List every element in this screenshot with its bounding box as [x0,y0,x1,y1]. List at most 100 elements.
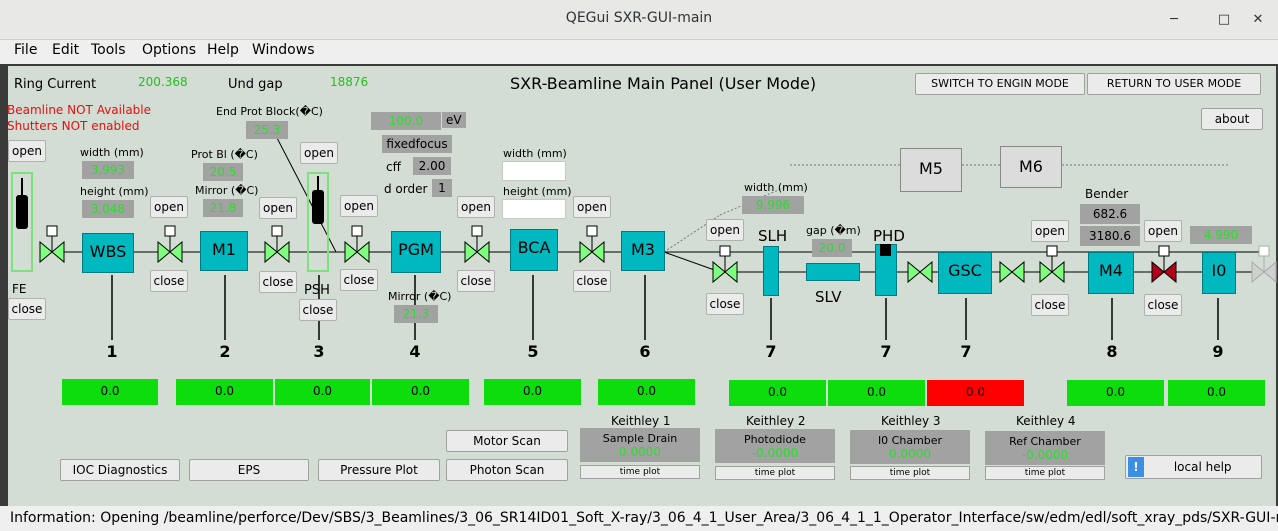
element-m6[interactable]: M6 [1000,146,1062,188]
motor-scan-button[interactable]: Motor Scan [446,430,568,452]
beamline-warning: Beamline NOT Available [7,103,152,117]
keithley-3-title: Keithley 3 [881,414,941,428]
valve1-close-button[interactable]: close [150,270,188,292]
wbs-height-label: height (mm) [80,185,149,198]
fe-open-button[interactable]: open [8,140,46,162]
fe-label: FE [12,282,27,296]
element-i0[interactable]: I0 [1202,252,1236,294]
section-number: 3 [313,342,325,361]
valve6-close-button[interactable]: close [706,293,744,315]
keithley-2-title: Keithley 2 [746,414,806,428]
element-m5[interactable]: M5 [900,148,962,192]
valve1-open-button[interactable]: open [150,196,188,218]
psh-open-button[interactable]: open [300,142,338,164]
local-help-button[interactable]: ! local help [1125,455,1262,479]
valve8-open-button[interactable]: open [1144,220,1182,242]
keithley-1-time-plot-button[interactable]: time plot [580,465,700,479]
ring-current-value: 200.368 [138,75,188,89]
return-user-mode-button[interactable]: RETURN TO USER MODE [1087,73,1261,95]
info-icon: ! [1128,457,1144,477]
keithley-4-panel: Ref Chamber -0.0000 [985,431,1105,465]
valve3-close-button[interactable]: close [340,269,378,291]
keithley-4-value: -0.0000 [1021,448,1069,462]
pressure-bar-1: 0.0 [62,379,158,405]
about-button[interactable]: about [1201,108,1263,130]
element-m4[interactable]: M4 [1088,252,1134,294]
element-m3[interactable]: M3 [621,231,665,271]
section-number: 1 [106,342,118,361]
cff-value[interactable]: 2.00 [413,157,451,175]
bca-width-field[interactable] [502,161,566,181]
element-slh[interactable] [763,246,779,296]
element-gsc[interactable]: GSC [938,252,992,294]
energy-value[interactable]: 100.0 [371,112,441,130]
pressure-bar-7c: 0.0 [927,380,1024,406]
d-order-label: d order [384,182,428,196]
section-number: 7 [765,342,777,361]
keithley-4-time-plot-button[interactable]: time plot [985,466,1105,480]
keithley-3-time-plot-button[interactable]: time plot [850,466,970,480]
valve7-close-button[interactable]: close [1031,294,1069,316]
slh-width-label: width (mm) [744,181,808,194]
valve6-open-button[interactable]: open [706,219,744,241]
pressure-bar-8: 0.0 [1067,380,1164,406]
pressure-bar-3: 0.0 [275,379,370,405]
wbs-width-label: width (mm) [80,146,144,159]
pgm-mirror-value: 21.3 [394,305,438,323]
element-pgm[interactable]: PGM [391,231,441,273]
eps-button[interactable]: EPS [189,459,309,481]
photon-scan-button[interactable]: Photon Scan [446,459,568,481]
keithley-2-name: Photodiode [744,433,806,446]
keithley-3-name: I0 Chamber [877,434,943,447]
section-number: 9 [1212,342,1224,361]
psh-close-button[interactable]: close [299,299,337,321]
keithley-1-name: Sample Drain [602,432,678,445]
bca-height-label: height (mm) [503,185,572,198]
valve4-close-button[interactable]: close [457,270,495,292]
m1-mirror-label: Mirror (�C) [195,184,259,197]
section-number: 5 [527,342,539,361]
keithley-2-value: -0.0000 [751,446,799,460]
keithley-1-panel: Sample Drain 0.0000 [580,428,700,462]
element-wbs[interactable]: WBS [82,233,134,273]
prot-bl-label: Prot Bl (�C) [191,148,258,161]
pressure-bar-7a: 0.0 [729,380,826,406]
slh-width-value: 9.996 [742,196,804,214]
und-gap-value: 18876 [330,75,369,89]
element-slv[interactable] [806,263,860,281]
valve5-close-button[interactable]: close [573,270,611,292]
pressure-bar-7b: 0.0 [828,380,925,406]
keithley-4-name: Ref Chamber [1009,435,1081,448]
keithley-1-value: 0.0000 [619,445,661,459]
valve5-open-button[interactable]: open [573,196,611,218]
element-bca[interactable]: BCA [510,229,558,271]
ioc-diagnostics-button[interactable]: IOC Diagnostics [60,459,180,481]
valve7-open-button[interactable]: open [1031,220,1069,242]
fixedfocus-field[interactable]: fixedfocus [382,135,452,153]
valve2-close-button[interactable]: close [259,271,297,293]
switch-engin-mode-button[interactable]: SWITCH TO ENGIN MODE [915,73,1085,95]
valve4-open-button[interactable]: open [457,196,495,218]
fe-close-button[interactable]: close [8,298,46,320]
element-m1[interactable]: M1 [200,231,248,271]
cff-label: cff [386,160,401,174]
end-prot-label: End Prot Block(�C) [216,105,323,118]
pressure-plot-button[interactable]: Pressure Plot [318,459,440,481]
slv-gap-label: gap (�m) [806,224,861,237]
keithley-3-value: 0.0000 [889,447,931,461]
psh-label: PSH [304,283,330,298]
m1-mirror-value: 21.8 [203,199,243,217]
valve3-open-button[interactable]: open [340,195,378,217]
bca-height-field[interactable] [502,199,566,219]
bender-value-2: 3180.6 [1080,226,1140,246]
local-help-label: local help [1173,460,1232,474]
status-bar: Information: Opening /beamline/perforce/… [0,506,1278,531]
valve8-close-button[interactable]: close [1144,294,1182,316]
slv-gap-value: 20.0 [812,239,852,257]
i0-value: 4.990 [1190,226,1252,244]
valve2-open-button[interactable]: open [259,197,297,219]
keithley-3-panel: I0 Chamber 0.0000 [850,430,970,464]
d-order-value[interactable]: 1 [432,179,452,197]
section-number: 7 [880,342,892,361]
keithley-2-time-plot-button[interactable]: time plot [715,466,835,480]
